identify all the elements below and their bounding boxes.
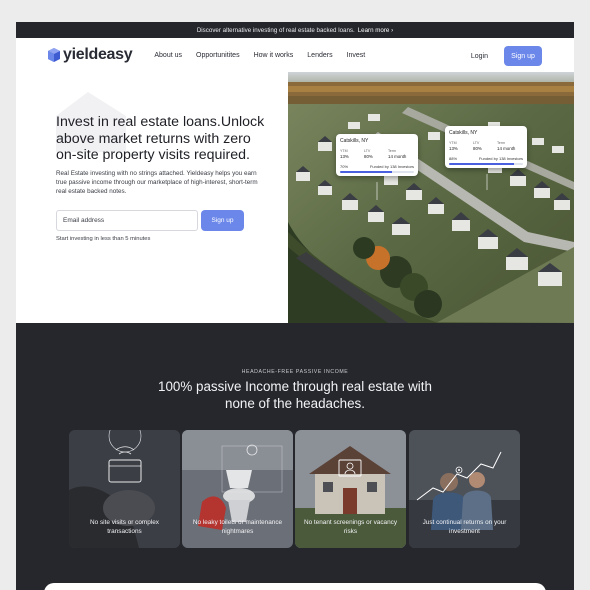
- feature-caption: No site visits or complex transactions: [90, 519, 159, 535]
- loan-card-funded-pct: 70%: [340, 164, 349, 169]
- section-eyebrow: HEADACHE-FREE PASSIVE INCOME: [241, 369, 349, 375]
- loan-card-progress-fill: [340, 171, 392, 173]
- main-menu: About us Opportunitites How it works Len…: [154, 52, 365, 59]
- feature-card: No site visits or complex transactions: [69, 430, 180, 548]
- hero-title: Invest in real estate loans.Unlock above…: [56, 114, 265, 163]
- brand-name: yieldeasy: [63, 46, 133, 63]
- loan-card-label: Term: [497, 141, 505, 145]
- loan-card-label: LTV: [473, 141, 480, 145]
- feature-caption: No leaky toilets or maintenance nightmar…: [192, 519, 283, 535]
- announcement-text: Discover alternative investing of real e…: [196, 26, 355, 34]
- loan-card-label: YTM: [449, 141, 457, 145]
- hero-signup-button[interactable]: Sign up: [201, 210, 244, 231]
- nav-item-invest[interactable]: Invest: [347, 52, 366, 59]
- login-link[interactable]: Login: [471, 53, 488, 60]
- loan-card-ltv: 80%: [473, 146, 482, 151]
- signup-button[interactable]: Sign up: [504, 46, 542, 66]
- hero-section: Invest in real estate loans.Unlock above…: [16, 72, 574, 323]
- loan-card-city: Catskills, NY: [449, 130, 478, 136]
- feature-card: Just continual returns on your investmen…: [409, 430, 520, 548]
- nav-item-opportunities[interactable]: Opportunitites: [196, 52, 240, 59]
- feature-card: No leaky toilets or maintenance nightmar…: [182, 430, 293, 548]
- hero-note: Start investing in less than 5 minutes: [56, 236, 151, 242]
- loan-card-funded-text: Funded by 138 Investors: [369, 164, 414, 169]
- loan-card-label: YTM: [340, 149, 348, 153]
- loan-card-term: 14 month: [388, 154, 407, 159]
- hero-content: Invest in real estate loans.Unlock above…: [16, 72, 288, 323]
- features-section: HEADACHE-FREE PASSIVE INCOME 100% passiv…: [16, 323, 574, 590]
- feature-card: No tenant screenings or vacancy risks: [295, 430, 406, 548]
- loan-card[interactable]: Catskills, NY YTM LTV Term 13% 80% 14 mo…: [336, 134, 418, 176]
- loan-card-funded-text: Funded by 138 Investors: [478, 156, 523, 161]
- loan-card-ytm: 13%: [340, 154, 349, 159]
- bottom-panel: [44, 583, 546, 590]
- aerial-neighborhood-photo: [288, 72, 574, 323]
- feature-caption: No tenant screenings or vacancy risks: [303, 519, 398, 535]
- hero-image: Catskills, NY YTM LTV Term 13% 80% 14 mo…: [288, 72, 574, 323]
- announcement-bar: Discover alternative investing of real e…: [16, 22, 574, 38]
- loan-card-city: Catskills, NY: [340, 138, 369, 144]
- feature-caption: Just continual returns on your investmen…: [422, 519, 507, 535]
- hero-description: Real Estate investing with no strings at…: [56, 170, 258, 195]
- email-field[interactable]: Email address: [56, 210, 198, 231]
- section-title: 100% passive Income through real estate …: [158, 379, 432, 411]
- loan-card-funded-pct: 88%: [449, 156, 458, 161]
- learn-more-link[interactable]: Learn more ›: [358, 27, 393, 34]
- brand-logo[interactable]: yieldeasy: [48, 46, 133, 64]
- top-nav: yieldeasy About us Opportunitites How it…: [16, 38, 574, 72]
- loan-card-ytm: 13%: [449, 146, 458, 151]
- page: Discover alternative investing of real e…: [16, 22, 574, 590]
- loan-card-progress-fill: [449, 163, 515, 165]
- loan-card[interactable]: Catskills, NY YTM LTV Term 13% 80% 14 mo…: [445, 126, 527, 168]
- loan-card-progress: [449, 163, 523, 165]
- logo-icon: [48, 48, 60, 62]
- nav-item-about[interactable]: About us: [154, 52, 182, 59]
- loan-card-label: LTV: [364, 149, 371, 153]
- loan-card-term: 14 month: [497, 146, 516, 151]
- loan-card-ltv: 80%: [364, 154, 373, 159]
- nav-item-lenders[interactable]: Lenders: [307, 52, 332, 59]
- nav-item-how-it-works[interactable]: How it works: [254, 52, 294, 59]
- loan-card-label: Term: [388, 149, 396, 153]
- loan-card-progress: [340, 171, 414, 173]
